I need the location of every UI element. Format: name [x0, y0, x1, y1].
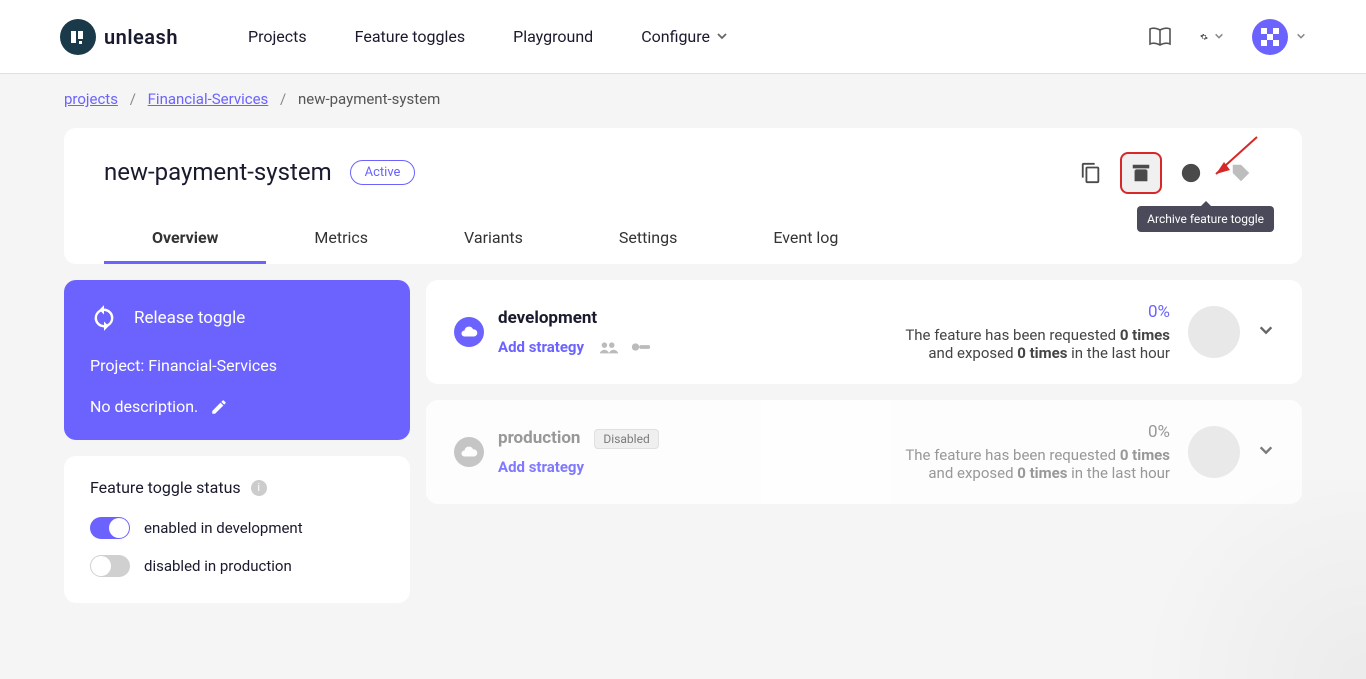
docs-icon[interactable] — [1148, 25, 1172, 49]
user-menu[interactable] — [1252, 19, 1306, 55]
tab-settings[interactable]: Settings — [571, 214, 725, 264]
metric-avatar-icon — [1188, 306, 1240, 358]
chevron-down-icon — [1214, 30, 1224, 44]
release-toggle-card: Release toggle Project: Financial-Servic… — [64, 280, 410, 440]
add-strategy-button[interactable]: Add strategy — [498, 458, 584, 476]
tab-event-log[interactable]: Event log — [725, 214, 886, 264]
env-percent: 0% — [905, 302, 1170, 322]
toggle-production-label: disabled in production — [144, 557, 292, 575]
env-name: production — [498, 428, 580, 448]
env-stats: 0% The feature has been requested 0 time… — [905, 422, 1170, 482]
refresh-icon — [90, 304, 118, 332]
environment-development-card: development Add strategy 0% The feature … — [426, 280, 1302, 384]
strategy-icon — [630, 340, 652, 354]
status-card: Feature toggle status i enabled in devel… — [64, 456, 410, 603]
expand-chevron[interactable] — [1258, 442, 1274, 463]
nav-configure[interactable]: Configure — [641, 27, 728, 46]
tab-overview[interactable]: Overview — [104, 214, 266, 264]
env-stats: 0% The feature has been requested 0 time… — [905, 302, 1170, 362]
breadcrumb: projects / Financial-Services / new-paym… — [0, 74, 1366, 128]
nav-playground[interactable]: Playground — [513, 27, 593, 46]
breadcrumb-feature: new-payment-system — [298, 90, 440, 108]
edit-icon[interactable] — [210, 398, 228, 416]
cloud-icon — [454, 317, 484, 347]
project-label: Project: Financial-Services — [90, 356, 384, 375]
header-actions — [1148, 19, 1306, 55]
logo-mark-icon — [60, 19, 96, 55]
users-icon — [598, 340, 620, 354]
logo[interactable]: unleash — [60, 19, 178, 55]
chevron-down-icon — [716, 30, 728, 45]
toggle-development[interactable] — [90, 517, 130, 539]
user-avatar-icon — [1252, 19, 1288, 55]
history-icon[interactable] — [1170, 152, 1212, 194]
nav-feature-toggles[interactable]: Feature toggles — [355, 27, 465, 46]
primary-nav: Projects Feature toggles Playground Conf… — [248, 27, 728, 46]
disabled-badge: Disabled — [594, 429, 658, 449]
no-description-text: No description. — [90, 397, 198, 416]
environment-production-card: production Disabled Add strategy 0% The … — [426, 400, 1302, 504]
status-badge: Active — [350, 160, 416, 185]
status-card-title: Feature toggle status — [90, 478, 241, 497]
feature-tabs: Overview Metrics Variants Settings Event… — [104, 214, 1262, 264]
copy-icon[interactable] — [1070, 152, 1112, 194]
feature-title: new-payment-system — [104, 158, 332, 186]
breadcrumb-projects[interactable]: projects — [64, 90, 118, 108]
gear-icon — [1200, 26, 1208, 48]
content-row: Release toggle Project: Financial-Servic… — [64, 280, 1302, 603]
chevron-down-icon — [1296, 30, 1306, 44]
archive-icon — [1130, 162, 1152, 184]
env-percent: 0% — [905, 422, 1170, 442]
nav-configure-label: Configure — [641, 27, 710, 46]
toggle-production[interactable] — [90, 555, 130, 577]
app-header: unleash Projects Feature toggles Playgro… — [0, 0, 1366, 74]
tab-metrics[interactable]: Metrics — [266, 214, 416, 264]
cloud-icon — [454, 437, 484, 467]
archive-tooltip: Archive feature toggle — [1137, 206, 1274, 232]
env-name: development — [498, 308, 597, 328]
nav-projects[interactable]: Projects — [248, 27, 307, 46]
tab-variants[interactable]: Variants — [416, 214, 571, 264]
feature-header-card: new-payment-system Active Archive featur… — [64, 128, 1302, 264]
logo-text: unleash — [104, 25, 178, 49]
release-toggle-title: Release toggle — [134, 308, 245, 328]
tag-icon[interactable] — [1220, 152, 1262, 194]
feature-actions — [1070, 152, 1262, 194]
settings-dropdown[interactable] — [1200, 25, 1224, 49]
expand-chevron[interactable] — [1258, 322, 1274, 343]
info-icon[interactable]: i — [251, 480, 267, 496]
breadcrumb-project[interactable]: Financial-Services — [148, 90, 269, 108]
archive-button[interactable] — [1120, 152, 1162, 194]
toggle-development-label: enabled in development — [144, 519, 303, 537]
metric-avatar-icon — [1188, 426, 1240, 478]
add-strategy-button[interactable]: Add strategy — [498, 338, 584, 356]
